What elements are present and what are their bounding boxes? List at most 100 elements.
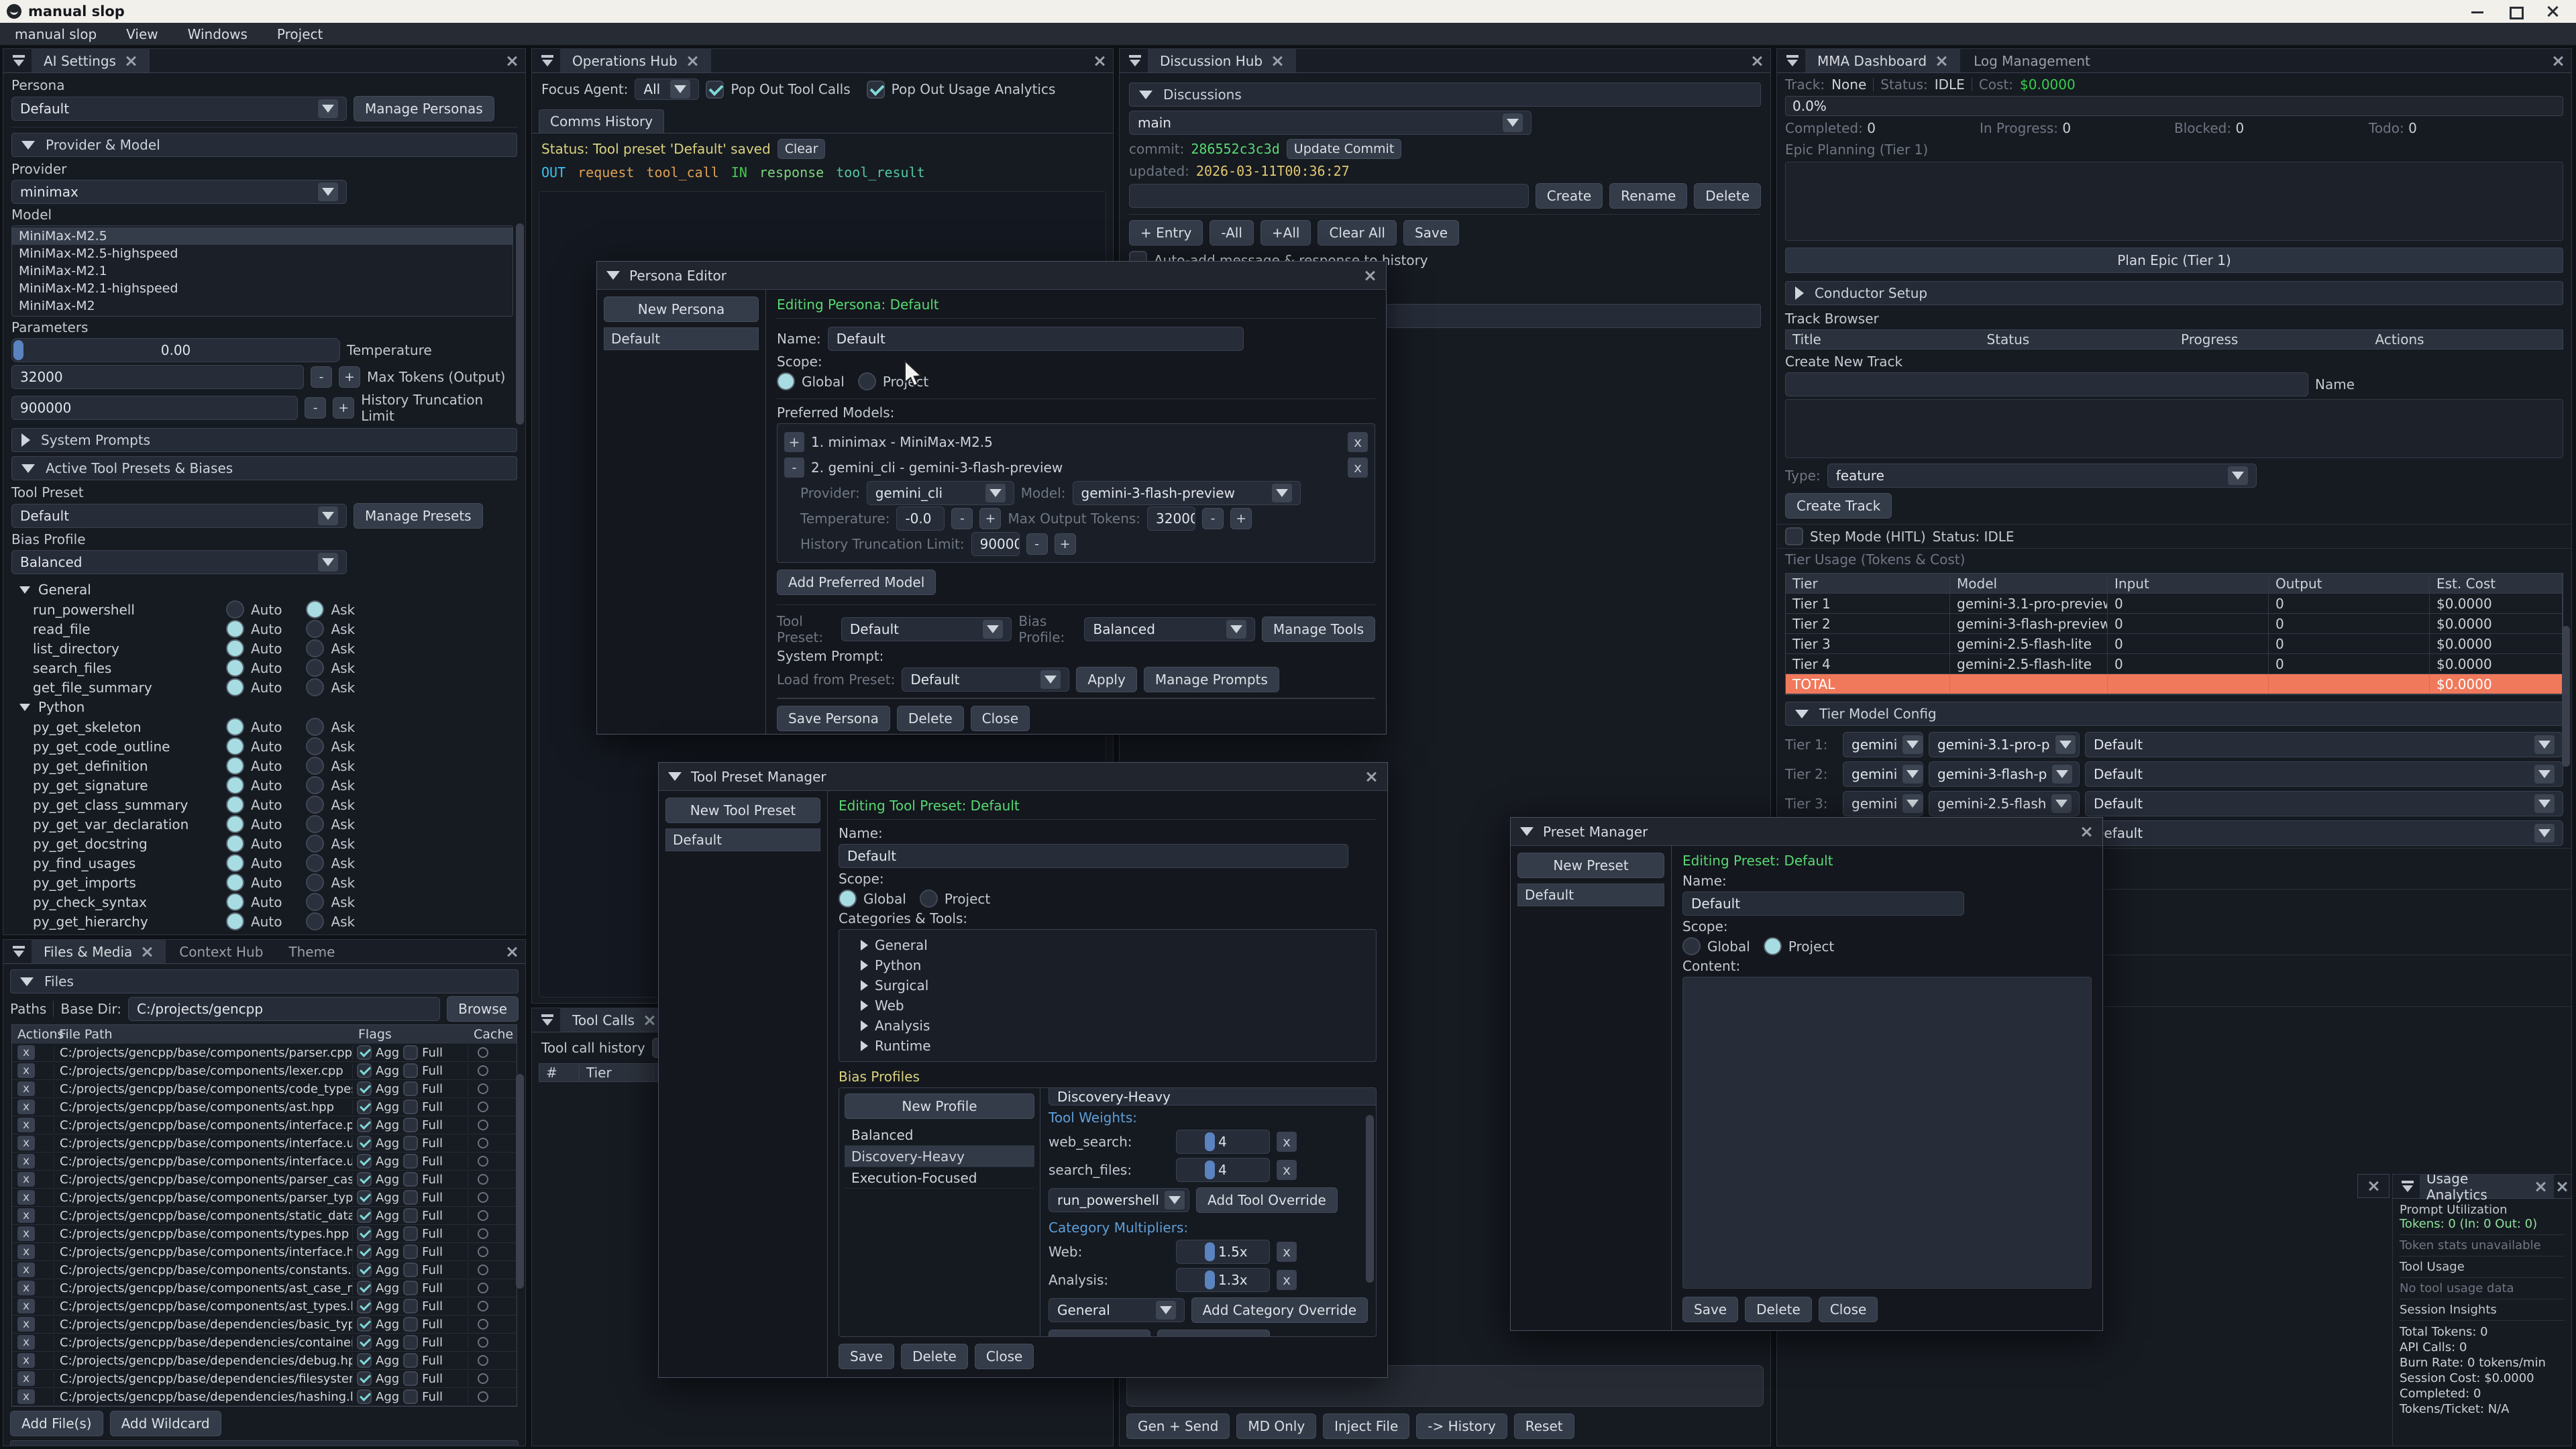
agg-checkbox[interactable] xyxy=(357,1389,372,1404)
tool-override-select[interactable]: run_powershell xyxy=(1049,1188,1189,1212)
close-dialog-icon[interactable] xyxy=(2080,825,2093,839)
full-checkbox[interactable] xyxy=(403,1263,418,1277)
full-checkbox[interactable] xyxy=(403,1118,418,1132)
profile-list-item[interactable]: Discovery-Heavy xyxy=(845,1146,1034,1167)
reorder-button[interactable]: - xyxy=(784,458,804,478)
tab-context-hub[interactable]: Context Hub xyxy=(167,940,275,963)
tier-preset-select[interactable]: Default xyxy=(2085,732,2563,757)
model-list-item[interactable]: MiniMax-M2 xyxy=(12,297,513,315)
slider-thumb[interactable] xyxy=(13,340,23,360)
scrollbar-thumb[interactable] xyxy=(516,223,524,425)
agg-checkbox[interactable] xyxy=(357,1299,372,1313)
multiplier-slider[interactable]: 1.3x xyxy=(1176,1268,1270,1292)
profile-list-item[interactable]: Execution-Focused xyxy=(845,1167,1034,1189)
tab-operations-hub[interactable]: Operations Hub xyxy=(560,49,711,72)
tier-provider-select[interactable]: gemini xyxy=(1843,761,1923,787)
menu-item[interactable]: View xyxy=(111,26,172,42)
remove-file-button[interactable]: x xyxy=(17,1172,35,1187)
tab-usage-analytics[interactable]: Usage Analytics xyxy=(2420,1175,2554,1198)
apply-button[interactable]: Apply xyxy=(1076,667,1136,692)
close-tab-icon[interactable] xyxy=(140,945,154,959)
ask-radio[interactable] xyxy=(306,893,324,911)
ask-radio[interactable] xyxy=(306,659,324,677)
dock-icon[interactable] xyxy=(536,1008,559,1032)
increment-button[interactable]: + xyxy=(339,366,360,388)
agg-checkbox[interactable] xyxy=(357,1281,372,1295)
track-description-textarea[interactable] xyxy=(1785,399,2563,458)
auto-radio[interactable] xyxy=(226,815,244,833)
dock-icon[interactable] xyxy=(7,49,30,72)
decrement-button[interactable]: - xyxy=(1202,508,1224,529)
composer-action-button[interactable]: Inject File xyxy=(1323,1413,1409,1439)
screenshots-header[interactable]: Screenshots xyxy=(10,1440,519,1446)
tier-preset-select[interactable]: Default xyxy=(2085,761,2563,787)
tab-log-management[interactable]: Log Management xyxy=(1962,49,2102,72)
save-button[interactable]: Save xyxy=(1682,1297,1738,1322)
entry-action-button[interactable]: Clear All xyxy=(1318,220,1396,246)
delete-button[interactable]: Delete xyxy=(1745,1297,1812,1322)
panel-close-icon[interactable] xyxy=(1750,54,1764,68)
history-limit-input[interactable]: 900000 xyxy=(971,532,1020,556)
model-list-item[interactable]: MiniMax-M2.5 xyxy=(12,227,513,245)
delete-discussion-button[interactable]: Delete xyxy=(1694,183,1761,209)
delete-button[interactable]: Delete xyxy=(901,1344,968,1369)
decrement-button[interactable]: - xyxy=(951,508,973,529)
remove-file-button[interactable]: x xyxy=(17,1371,35,1386)
add-preferred-model-button[interactable]: Add Preferred Model xyxy=(777,570,936,595)
agg-checkbox[interactable] xyxy=(357,1208,372,1223)
category-row[interactable]: Runtime xyxy=(861,1036,1369,1056)
auto-radio[interactable] xyxy=(226,718,244,736)
tab-discussion-hub[interactable]: Discussion Hub xyxy=(1148,49,1296,72)
close-tab-icon[interactable] xyxy=(124,54,138,68)
category-row[interactable]: Python xyxy=(861,955,1369,975)
step-mode-checkbox[interactable] xyxy=(1785,527,1803,545)
tool-preset-list-item[interactable]: Default xyxy=(665,828,820,851)
agg-checkbox[interactable] xyxy=(357,1353,372,1368)
new-persona-button[interactable]: New Persona xyxy=(604,297,759,322)
dock-icon[interactable] xyxy=(7,940,30,963)
scope-project-radio[interactable] xyxy=(1764,937,1782,955)
max-tokens-input[interactable]: 32000 xyxy=(11,365,304,389)
category-override-select[interactable]: General xyxy=(1049,1298,1185,1322)
browse-button[interactable]: Browse xyxy=(447,996,519,1022)
agg-checkbox[interactable] xyxy=(357,1045,372,1060)
ask-radio[interactable] xyxy=(306,678,324,696)
tier-provider-select[interactable]: gemini xyxy=(1843,732,1923,757)
remove-file-button[interactable]: x xyxy=(17,1063,35,1078)
profile-name-input[interactable]: Discovery-Heavy xyxy=(1049,1088,1376,1106)
ask-radio[interactable] xyxy=(306,796,324,814)
ask-radio[interactable] xyxy=(306,639,324,657)
delete-profile-button[interactable]: Delete Profile xyxy=(1157,1330,1270,1336)
tier-model-select[interactable]: gemini-3.1-pro-p xyxy=(1929,732,2080,757)
slider-thumb[interactable] xyxy=(1205,1161,1215,1179)
composer-action-button[interactable]: Reset xyxy=(1514,1413,1574,1439)
remove-override-button[interactable]: x xyxy=(1277,1242,1297,1262)
auto-radio[interactable] xyxy=(226,835,244,853)
tier-model-select[interactable]: gemini-2.5-flash xyxy=(1929,791,2080,816)
remove-override-button[interactable]: x xyxy=(1277,1132,1297,1152)
preset-list-item[interactable]: Default xyxy=(1517,883,1664,906)
close-dialog-icon[interactable] xyxy=(1363,269,1377,282)
increment-button[interactable]: + xyxy=(333,397,354,419)
remove-file-button[interactable]: x xyxy=(17,1389,35,1404)
agg-checkbox[interactable] xyxy=(357,1118,372,1132)
auto-radio[interactable] xyxy=(226,796,244,814)
save-persona-button[interactable]: Save Persona xyxy=(777,706,890,731)
composer-action-button[interactable]: MD Only xyxy=(1236,1413,1316,1439)
remove-file-button[interactable]: x xyxy=(17,1317,35,1332)
manage-prompts-button[interactable]: Manage Prompts xyxy=(1144,667,1279,692)
remove-override-button[interactable]: x xyxy=(1277,1160,1297,1180)
persona-select[interactable]: Default xyxy=(11,97,347,121)
dock-icon[interactable] xyxy=(1124,49,1146,72)
close-button[interactable]: Close xyxy=(971,706,1030,731)
scope-global-radio[interactable] xyxy=(839,890,857,908)
discussion-select[interactable]: main xyxy=(1129,111,1532,135)
add-tool-override-button[interactable]: Add Tool Override xyxy=(1196,1187,1338,1213)
agg-checkbox[interactable] xyxy=(357,1154,372,1169)
bias-profile-select[interactable]: Balanced xyxy=(11,550,347,574)
bias-profile-select[interactable]: Balanced xyxy=(1084,617,1254,641)
content-textarea[interactable] xyxy=(1682,977,2092,1289)
ask-radio[interactable] xyxy=(306,873,324,892)
composer-action-button[interactable]: -> History xyxy=(1416,1413,1507,1439)
full-checkbox[interactable] xyxy=(403,1353,418,1368)
